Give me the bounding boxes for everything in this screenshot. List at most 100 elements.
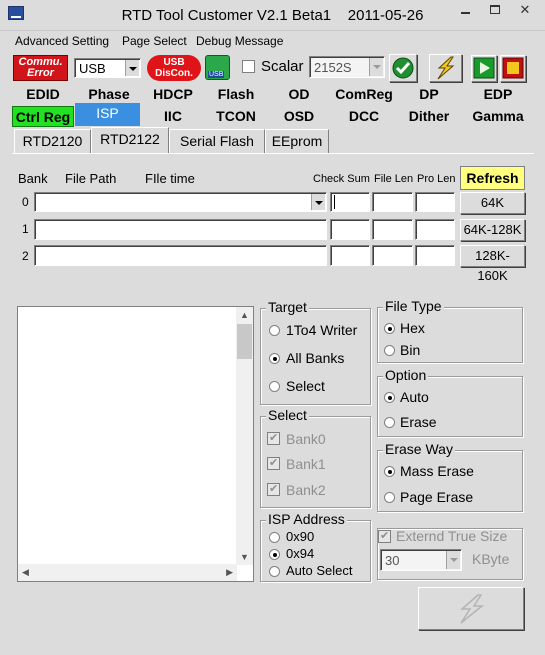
tab-hdcp[interactable]: HDCP xyxy=(142,84,204,105)
isp-program-button[interactable] xyxy=(418,587,524,630)
scroll-left-icon[interactable]: ◀ xyxy=(22,567,29,578)
bank-row-index-0: 0 xyxy=(22,195,29,209)
subtab-serial-flash[interactable]: Serial Flash xyxy=(169,129,265,153)
tab-edid[interactable]: EDID xyxy=(12,84,74,105)
tab-iic[interactable]: IIC xyxy=(142,106,204,127)
port-select-value: USB xyxy=(79,61,106,76)
chevron-down-icon[interactable] xyxy=(446,551,460,569)
file-len-header: File Len xyxy=(374,173,414,185)
option-erase-radio[interactable] xyxy=(384,417,395,428)
scroll-thumb[interactable] xyxy=(237,324,252,359)
minimize-icon xyxy=(461,12,470,14)
tab-isp[interactable]: ISP xyxy=(75,103,140,126)
scroll-down-icon[interactable]: ▼ xyxy=(240,552,249,562)
tab-comreg[interactable]: ComReg xyxy=(331,84,397,105)
option-title: Option xyxy=(383,367,429,383)
bank0-checkbox[interactable] xyxy=(267,431,280,445)
bank2-checkbox[interactable] xyxy=(267,482,280,496)
subtab-rtd2122[interactable]: RTD2122 xyxy=(91,127,169,154)
menu-page-select[interactable]: Page Select xyxy=(122,34,187,48)
tab-phase[interactable]: Phase xyxy=(76,84,142,105)
scalar-checkbox[interactable] xyxy=(242,60,255,73)
erase-way-page-radio[interactable] xyxy=(384,492,395,503)
chevron-down-icon[interactable] xyxy=(369,58,383,76)
select-group: Select Bank0 Bank1 Bank2 xyxy=(260,407,371,508)
bank1-checkbox[interactable] xyxy=(267,456,280,470)
tab-dither[interactable]: Dither xyxy=(397,106,461,127)
stop-button[interactable] xyxy=(500,55,526,82)
erase-way-mass-label: Mass Erase xyxy=(400,463,474,479)
tab-osd[interactable]: OSD xyxy=(268,106,330,127)
option-group: Option Auto Erase xyxy=(377,367,523,437)
program-button[interactable] xyxy=(429,54,462,82)
scroll-up-icon[interactable]: ▲ xyxy=(240,310,249,320)
range-64k-128k-button[interactable]: 64K-128K xyxy=(460,219,525,241)
confirm-button[interactable] xyxy=(389,54,417,82)
tab-flash[interactable]: Flash xyxy=(205,84,267,105)
isp-address-group: ISP Address 0x90 0x94 Auto Select xyxy=(260,511,371,582)
file-path-header: File Path xyxy=(65,171,117,186)
tab-od[interactable]: OD xyxy=(268,84,330,105)
option-auto-label: Auto xyxy=(400,389,429,405)
tab-dcc[interactable]: DCC xyxy=(331,106,397,127)
extend-true-size-checkbox[interactable] xyxy=(378,529,391,543)
range-64k-button[interactable]: 64K xyxy=(460,192,525,214)
menu-advanced-setting[interactable]: Advanced Setting xyxy=(15,34,109,48)
option-auto-radio[interactable] xyxy=(384,392,395,403)
erase-way-group: Erase Way Mass Erase Page Erase xyxy=(377,441,523,512)
target-title: Target xyxy=(266,299,309,315)
option-erase-label: Erase xyxy=(400,414,437,430)
lightning-icon xyxy=(437,56,455,80)
tab-ctrl-reg[interactable]: Ctrl Reg xyxy=(12,106,74,127)
isp-0x90-radio[interactable] xyxy=(269,532,280,543)
tab-dp[interactable]: DP xyxy=(397,84,461,105)
bank2-label: Bank2 xyxy=(286,482,326,498)
erase-way-mass-radio[interactable] xyxy=(384,466,395,477)
target-1to4-radio[interactable] xyxy=(269,325,280,336)
commu-status-badge[interactable]: Commu. Error xyxy=(13,55,68,81)
usb-line2: DisCon. xyxy=(155,68,193,79)
range-128k-160k-button[interactable]: 128K-160K xyxy=(460,245,525,283)
tab-tcon[interactable]: TCON xyxy=(205,106,267,127)
menu-debug-message[interactable]: Debug Message xyxy=(196,34,283,48)
vertical-scrollbar[interactable]: ▲ ▼ xyxy=(236,307,253,565)
extend-size-select[interactable]: 30 xyxy=(380,549,462,571)
tab-gamma[interactable]: Gamma xyxy=(462,106,534,127)
isp-auto-select-radio[interactable] xyxy=(269,566,280,577)
horizontal-scrollbar[interactable]: ◀ ▶ xyxy=(18,564,237,581)
scroll-right-icon[interactable]: ▶ xyxy=(226,567,233,578)
target-group: Target 1To4 Writer All Banks Select xyxy=(260,299,371,405)
usb-device-icon[interactable]: USB xyxy=(205,55,230,80)
minimize-button[interactable] xyxy=(451,0,480,21)
file-path-field-1[interactable] xyxy=(34,219,327,240)
target-all-banks-radio[interactable] xyxy=(269,353,280,364)
chevron-down-icon[interactable] xyxy=(311,194,325,210)
usb-status-badge[interactable]: USB DisCon. xyxy=(147,55,201,81)
subtab-eeprom[interactable]: EEprom xyxy=(265,129,329,153)
tab-edp[interactable]: EDP xyxy=(462,84,534,105)
scalar-select[interactable]: 2152S xyxy=(309,56,385,78)
pro-len-header: Pro Len xyxy=(417,173,456,185)
check-sum-field-2 xyxy=(330,245,370,266)
file-type-bin-label: Bin xyxy=(400,342,421,358)
commu-line2: Error xyxy=(27,67,54,79)
refresh-button[interactable]: Refresh xyxy=(460,166,525,190)
refresh-label: Refresh xyxy=(466,170,519,186)
file-type-bin-radio[interactable] xyxy=(384,345,395,356)
close-button[interactable]: ✕ xyxy=(509,0,541,21)
file-len-field-1 xyxy=(372,219,413,240)
isp-0x94-radio[interactable] xyxy=(269,549,280,560)
file-path-field-2[interactable] xyxy=(34,245,327,266)
usb-line1: USB xyxy=(163,57,185,68)
file-path-combo-0[interactable] xyxy=(34,192,327,212)
play-icon xyxy=(473,57,495,79)
target-select-radio[interactable] xyxy=(269,381,280,392)
subtab-rtd2120[interactable]: RTD2120 xyxy=(14,129,91,153)
chevron-down-icon[interactable] xyxy=(125,60,139,76)
log-listbox[interactable]: ▲ ▼ ◀ ▶ xyxy=(17,306,254,582)
file-type-hex-radio[interactable] xyxy=(384,323,395,334)
maximize-button[interactable] xyxy=(480,0,509,21)
run-button[interactable] xyxy=(471,55,497,82)
port-select[interactable]: USB xyxy=(74,58,141,78)
bank0-label: Bank0 xyxy=(286,431,326,447)
